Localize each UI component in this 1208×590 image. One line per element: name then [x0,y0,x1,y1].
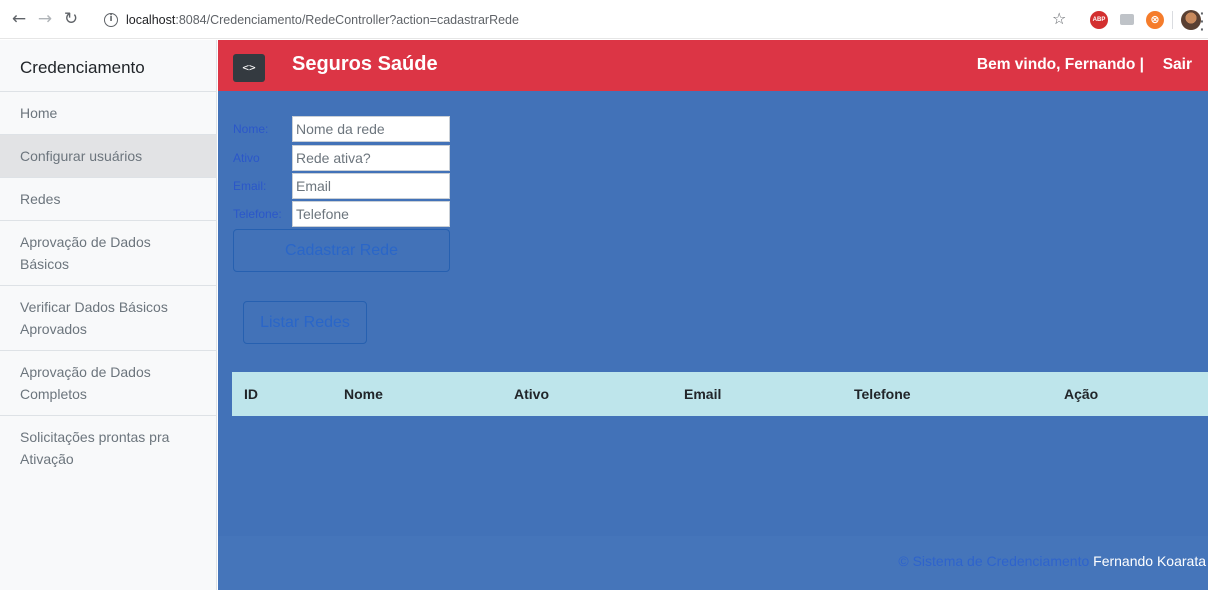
form-row-telefone: Telefone: [233,200,450,227]
adblock-icon[interactable]: ABP [1090,11,1108,29]
footer-author-text: Fernando Koarata [1093,553,1206,569]
form-row-email: Email: [233,172,450,199]
footer: © Sistema de Credenciamento Fernando Koa… [218,536,1208,590]
email-input[interactable] [292,172,450,199]
col-header-nome: Nome [344,386,383,402]
nome-input[interactable] [292,115,450,142]
welcome-text: Bem vindo, Fernando | [976,56,1144,73]
form-row-ativo: Ativo [233,144,450,171]
extension-icon[interactable] [1120,14,1134,25]
url-host: localhost [126,13,176,27]
menu-dots-icon[interactable]: · · · [1200,6,1206,36]
sidebar-item-configurar-usuarios[interactable]: Configurar usuários [0,135,216,178]
form-row-nome: Nome: [233,115,450,142]
footer-system-text: © Sistema de Credenciamento [898,553,1090,569]
sidebar-item-aprovacao-dados-basicos[interactable]: Aprovação de Dados Básicos [0,221,216,286]
url-path: :8084/Credenciamento/RedeController?acti… [175,13,519,27]
back-arrow-icon[interactable]: ← [8,8,30,30]
footer-text: © Sistema de Credenciamento Fernando Koa… [898,553,1206,569]
top-navbar: <> Seguros Saúde Bem vindo, Fernando | S… [218,40,1208,91]
forward-arrow-icon[interactable]: → [34,8,56,30]
col-header-ativo: Ativo [514,386,549,402]
url-text[interactable]: localhost:8084/Credenciamento/RedeContro… [126,13,519,27]
table-header-row: ID Nome Ativo Email Telefone Ação [232,372,1208,416]
col-header-email: Email [684,386,722,402]
col-header-acao: Ação [1064,386,1099,402]
telefone-input[interactable] [292,200,450,227]
bookmark-star-icon[interactable]: ☆ [1052,9,1066,28]
reload-icon[interactable]: ↻ [60,8,82,30]
extensions-area: ☆ ABP ⊗ · · · [1028,0,1208,39]
sidebar-heading: Credenciamento [0,40,216,92]
address-bar[interactable]: i localhost:8084/Credenciamento/RedeCont… [104,8,1004,32]
extension-orange-icon[interactable]: ⊗ [1146,11,1164,29]
main-content: Nome: Ativo Email: Telefone: Cadastrar R… [218,91,1208,590]
ativo-label: Ativo [233,150,260,165]
redes-table: ID Nome Ativo Email Telefone Ação [232,372,1208,416]
listar-redes-button[interactable]: Listar Redes [243,301,367,344]
menu-toggle-button[interactable]: <> [233,54,265,82]
toolbar-divider [1172,11,1173,29]
sidebar-item-aprovacao-dados-completos[interactable]: Aprovação de Dados Completos [0,351,216,416]
info-icon[interactable]: i [104,13,118,27]
email-label: Email: [233,178,267,193]
profile-avatar[interactable] [1181,10,1201,30]
logout-link[interactable]: Sair [1163,56,1192,74]
col-header-id: ID [244,386,258,402]
table-header: ID Nome Ativo Email Telefone Ação [232,372,1208,416]
browser-toolbar: ← → ↻ i localhost:8084/Credenciamento/Re… [0,0,1208,39]
sidebar-item-redes[interactable]: Redes [0,178,216,221]
brand-title: Seguros Saúde [292,53,438,75]
sidebar-item-solicitacoes-ativacao[interactable]: Solicitações prontas pra Ativação [0,416,216,481]
sidebar-item-verificar-dados-basicos[interactable]: Verificar Dados Básicos Aprovados [0,286,216,351]
cadastrar-rede-button[interactable]: Cadastrar Rede [233,229,450,272]
col-header-telefone: Telefone [854,386,911,402]
telefone-label: Telefone: [233,206,282,221]
sidebar: Credenciamento Home Configurar usuários … [0,40,217,590]
nome-label: Nome: [233,121,269,136]
sidebar-item-home[interactable]: Home [0,92,216,135]
ativo-input[interactable] [292,144,450,171]
